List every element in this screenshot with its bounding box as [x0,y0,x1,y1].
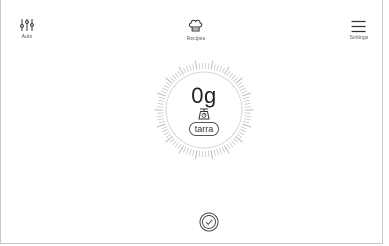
auto-label: Auto [21,34,33,40]
kitchen-scale-icon [198,108,210,120]
menu-icon [352,20,366,33]
recipes-label: Recipes [186,36,206,42]
sliders-icon [20,19,34,31]
scale-dial: 0g tarra [152,58,256,162]
auto-button[interactable]: Auto [20,18,34,40]
check-circle-icon[interactable] [199,212,219,232]
dial-center: 0g tarra [152,58,256,162]
chef-hat-icon [189,19,203,32]
weight-readout: 0g [191,83,217,108]
settings-button[interactable]: Settings [350,20,369,41]
settings-label: Settings [349,35,369,41]
tare-button[interactable]: tarra [188,122,220,136]
recipes-button[interactable]: Recipes [187,18,206,42]
